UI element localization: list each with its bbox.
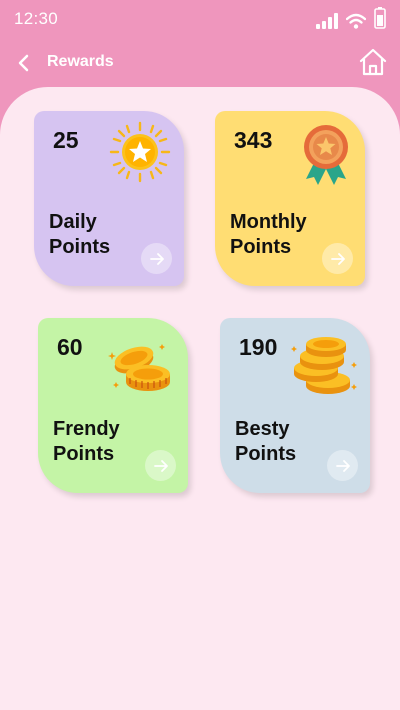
arrow-right-icon: [153, 459, 168, 472]
app-header: Rewards: [0, 42, 400, 86]
home-button[interactable]: [358, 47, 388, 77]
page-title: Rewards: [47, 53, 114, 70]
wifi-icon: [346, 13, 366, 29]
medal-icon: [304, 125, 348, 185]
open-daily-points-button[interactable]: [141, 243, 172, 274]
points-value: 190: [239, 334, 278, 360]
battery-icon: [374, 7, 386, 29]
points-value: 25: [53, 127, 79, 153]
card-label-line1: Besty: [235, 418, 290, 440]
daily-points-card[interactable]: 25 Daily Points: [34, 111, 184, 286]
chevron-left-icon: [18, 54, 29, 72]
open-monthly-points-button[interactable]: [322, 243, 353, 274]
open-besty-points-button[interactable]: [327, 450, 358, 481]
card-label-line1: Frendy: [53, 418, 120, 440]
besty-points-card[interactable]: 190 Besty Points: [220, 318, 370, 493]
frendy-points-card[interactable]: 60 Frendy Points: [38, 318, 188, 493]
arrow-right-icon: [330, 252, 345, 265]
points-value: 343: [234, 127, 273, 153]
signal-icon: [316, 13, 338, 29]
status-time: 12:30: [14, 9, 59, 28]
status-icons: [316, 7, 386, 29]
arrow-right-icon: [149, 252, 164, 265]
home-icon: [359, 48, 387, 76]
monthly-points-card[interactable]: 343 Monthly Points: [215, 111, 365, 286]
coin-stack-icon: [291, 337, 357, 394]
status-bar: 12:30: [0, 0, 400, 38]
card-label-line1: Daily: [49, 211, 97, 233]
open-frendy-points-button[interactable]: [145, 450, 176, 481]
points-value: 60: [57, 334, 83, 360]
sun-star-icon: [109, 121, 171, 183]
back-button[interactable]: [12, 50, 38, 76]
coins-icon: [108, 344, 170, 391]
card-label-line1: Monthly: [230, 211, 307, 233]
arrow-right-icon: [335, 459, 350, 472]
